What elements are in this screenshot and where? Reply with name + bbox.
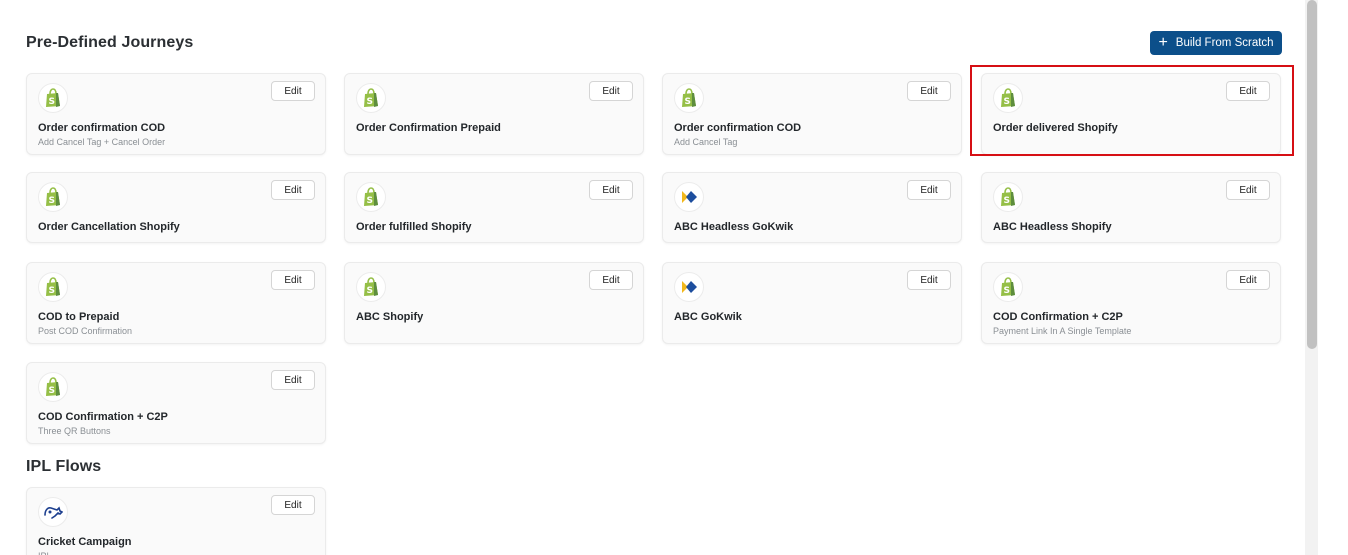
- edit-button[interactable]: Edit: [271, 180, 315, 200]
- journey-subtitle: IPL: [38, 551, 52, 555]
- svg-text:S: S: [49, 97, 55, 107]
- journey-card[interactable]: S Edit Order delivered Shopify: [981, 73, 1281, 155]
- journey-card[interactable]: S Edit Order fulfilled Shopify: [344, 172, 644, 243]
- edit-button[interactable]: Edit: [1226, 180, 1270, 200]
- journey-title: ABC GoKwik: [674, 311, 742, 323]
- shopify-icon: S: [356, 182, 386, 212]
- journey-title: COD Confirmation + C2P: [38, 411, 168, 423]
- shopify-icon: S: [38, 182, 68, 212]
- svg-text:S: S: [49, 286, 55, 296]
- journey-subtitle: Payment Link In A Single Template: [993, 326, 1132, 336]
- shopify-icon: S: [356, 83, 386, 113]
- gokwik-icon: [674, 182, 704, 212]
- shopify-icon: S: [38, 272, 68, 302]
- svg-text:S: S: [367, 97, 373, 107]
- shopify-icon: S: [993, 182, 1023, 212]
- edit-button[interactable]: Edit: [271, 370, 315, 390]
- edit-button[interactable]: Edit: [907, 81, 951, 101]
- svg-text:S: S: [367, 196, 373, 206]
- journey-title: ABC Headless Shopify: [993, 221, 1112, 233]
- journey-card[interactable]: Edit Cricket Campaign IPL: [26, 487, 326, 555]
- section-title-predefined-journeys: Pre-Defined Journeys: [26, 34, 194, 51]
- svg-text:S: S: [49, 196, 55, 206]
- edit-button[interactable]: Edit: [907, 270, 951, 290]
- journey-title: Order confirmation COD: [38, 122, 166, 134]
- ipl-icon: [38, 497, 68, 527]
- svg-text:S: S: [1004, 286, 1010, 296]
- journey-card[interactable]: S Edit COD to Prepaid Post COD Confirmation: [26, 262, 326, 344]
- journey-title: COD Confirmation + C2P: [993, 311, 1123, 323]
- journey-card[interactable]: S Edit COD Confirmation + C2P Three QR Butt…: [26, 362, 326, 444]
- journey-subtitle: Add Cancel Tag: [674, 137, 738, 147]
- journey-title: Order Cancellation Shopify: [38, 221, 180, 233]
- journey-subtitle: Post COD Confirmation: [38, 326, 133, 336]
- edit-button[interactable]: Edit: [271, 81, 315, 101]
- journey-card[interactable]: Edit ABC GoKwik: [662, 262, 962, 344]
- journey-card[interactable]: S Edit Order confirmation COD Add Cancel Ta…: [26, 73, 326, 155]
- journey-card[interactable]: S Edit Order Confirmation Prepaid: [344, 73, 644, 155]
- journey-card[interactable]: S Edit ABC Shopify: [344, 262, 644, 344]
- gokwik-icon: [674, 272, 704, 302]
- journey-title: Order confirmation COD: [674, 122, 802, 134]
- journey-card[interactable]: S Edit ABC Headless Shopify: [981, 172, 1281, 243]
- journey-title: ABC Headless GoKwik: [674, 221, 794, 233]
- journey-title: Order delivered Shopify: [993, 122, 1118, 134]
- journey-title: Order Confirmation Prepaid: [356, 122, 501, 134]
- shopify-icon: S: [993, 272, 1023, 302]
- journey-card[interactable]: S Edit Order Cancellation Shopify: [26, 172, 326, 243]
- journey-title: ABC Shopify: [356, 311, 424, 323]
- edit-button[interactable]: Edit: [271, 270, 315, 290]
- journey-card[interactable]: S Edit Order confirmation COD Add Cancel Ta…: [662, 73, 962, 155]
- journey-title: Order fulfilled Shopify: [356, 221, 472, 233]
- journey-card[interactable]: Edit ABC Headless GoKwik: [662, 172, 962, 243]
- journey-card[interactable]: S Edit COD Confirmation + C2P Payment Link …: [981, 262, 1281, 344]
- shopify-icon: S: [356, 272, 386, 302]
- section-title-ipl-flows: IPL Flows: [26, 458, 102, 475]
- svg-text:S: S: [49, 386, 55, 396]
- edit-button[interactable]: Edit: [907, 180, 951, 200]
- journey-subtitle: Three QR Buttons: [38, 426, 111, 436]
- page-content: Pre-Defined Journeys + Build From Scratc…: [0, 0, 1305, 555]
- edit-button[interactable]: Edit: [1226, 270, 1270, 290]
- svg-text:S: S: [685, 97, 691, 107]
- shopify-icon: S: [674, 83, 704, 113]
- svg-text:S: S: [367, 286, 373, 296]
- shopify-icon: S: [38, 372, 68, 402]
- edit-button[interactable]: Edit: [589, 180, 633, 200]
- shopify-icon: S: [38, 83, 68, 113]
- svg-text:S: S: [1004, 196, 1010, 206]
- build-from-scratch-button[interactable]: + Build From Scratch: [1150, 31, 1282, 55]
- edit-button[interactable]: Edit: [1226, 81, 1270, 101]
- edit-button[interactable]: Edit: [589, 81, 633, 101]
- edit-button[interactable]: Edit: [589, 270, 633, 290]
- edit-button[interactable]: Edit: [271, 495, 315, 515]
- journey-title: Cricket Campaign: [38, 536, 132, 548]
- scrollbar-thumb[interactable]: [1307, 0, 1317, 349]
- svg-text:S: S: [1004, 97, 1010, 107]
- shopify-icon: S: [993, 83, 1023, 113]
- journey-subtitle: Add Cancel Tag + Cancel Order: [38, 137, 166, 147]
- plus-icon: +: [1158, 33, 1168, 51]
- build-from-scratch-label: Build From Scratch: [1175, 37, 1274, 49]
- journey-title: COD to Prepaid: [38, 311, 120, 323]
